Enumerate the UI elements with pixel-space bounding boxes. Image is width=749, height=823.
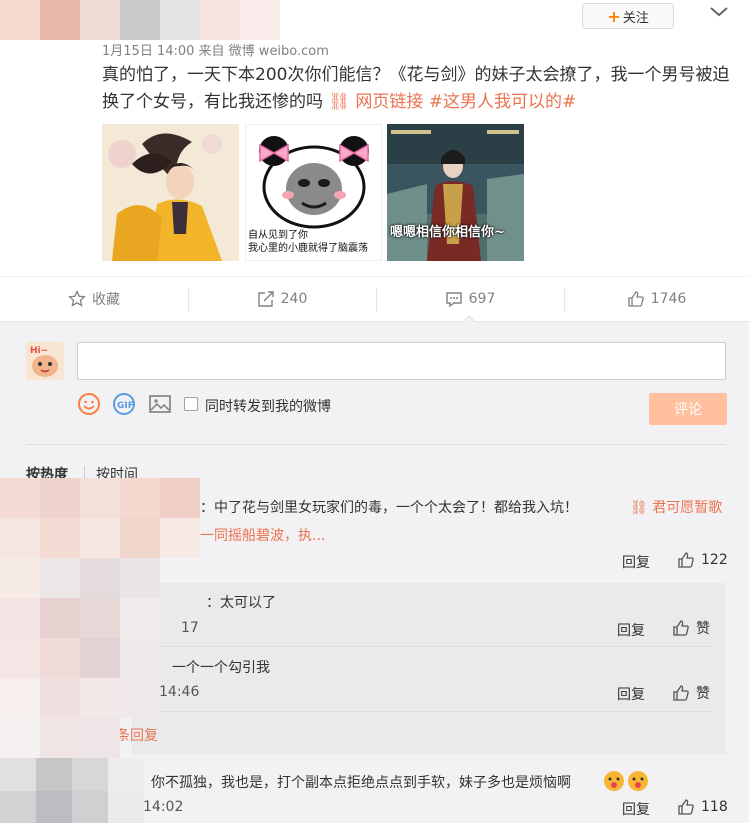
post-image-1[interactable] [102, 124, 239, 261]
chevron-down-icon[interactable] [708, 2, 730, 22]
comment-text: ：中了花与剑里女玩家们的毒，一个个太会了！都给我入坑！ [200, 500, 578, 516]
like-button[interactable]: 1746 [564, 277, 749, 321]
blurred-commenter-mosaic [0, 558, 160, 718]
reply-button[interactable]: 回复 [617, 620, 645, 640]
sub-like-button[interactable]: 赞 [672, 683, 710, 703]
link-icon: ⛓ [328, 92, 350, 112]
emoji-icon[interactable] [77, 392, 101, 416]
image-icon[interactable] [148, 392, 172, 416]
comment-topic-link[interactable]: ⛓ 君可愿暂歌 [630, 497, 722, 517]
gif-icon[interactable]: GIF [112, 392, 136, 416]
more-replies-link[interactable]: 条回复 [116, 725, 158, 745]
game-caption: 嗯嗯相信你相信你~ [390, 225, 505, 240]
web-link[interactable]: ⛓ 网页链接 [328, 92, 423, 112]
follow-button[interactable]: + 关注 [582, 3, 674, 29]
comment-time: 14:02 [143, 799, 184, 815]
forward-checkbox[interactable] [184, 397, 198, 411]
plus-icon: + [607, 6, 621, 26]
submit-comment-button[interactable]: 评论 [649, 393, 727, 425]
forward-label: 同时转发到我的微博 [205, 399, 331, 415]
blurred-commenter-mosaic [0, 478, 200, 558]
comment-topic-subline[interactable]: 一同摇船碧波，执... [200, 525, 325, 545]
thumbs-up-icon [673, 620, 689, 636]
comment-icon [445, 292, 462, 308]
blurred-commenter-mosaic [0, 718, 120, 758]
sub-reply-text: ：太可以了 [206, 595, 276, 611]
svg-text:GIF: GIF [117, 401, 134, 411]
favorite-button[interactable]: 收藏 [0, 277, 188, 321]
reply-button[interactable]: 回复 [622, 799, 650, 819]
divider [112, 711, 712, 712]
post-meta: 1月15日 14:00 来自 微博 weibo.com [102, 44, 329, 59]
sub-like-button[interactable]: 赞 [672, 618, 710, 638]
svg-text:Hi~: Hi~ [30, 346, 48, 356]
sub-reply-time: 14:46 [159, 684, 200, 700]
comment-text: 你不孤独，我也是，打个副本点拒绝点点到手软，妹子多也是烦恼啊 [151, 775, 571, 791]
share-icon [257, 291, 274, 307]
thumbs-up-icon [673, 685, 689, 701]
thumbs-up-icon [678, 799, 694, 815]
comment-like-button[interactable]: 118 [677, 798, 728, 816]
blurred-author-mosaic [0, 0, 280, 40]
action-bar: 收藏 240 697 1746 [0, 276, 749, 323]
divider [26, 444, 726, 445]
thumbs-up-icon [628, 291, 644, 307]
blurred-commenter-mosaic [0, 758, 144, 823]
comment-like-button[interactable]: 122 [677, 551, 728, 569]
meme-caption: 自从见到了你 我心里的小鹿就得了脑震荡 [248, 230, 368, 254]
divider [160, 646, 712, 647]
star-icon [68, 290, 86, 307]
link-icon: ⛓ [630, 500, 648, 516]
sub-reply-time: 17 [181, 620, 199, 636]
post-body: 真的怕了，一天下本200次你们能信？《花与剑》的妹子太会撩了，我一个男号被迫换了… [102, 65, 730, 112]
emoji-icon [603, 770, 651, 796]
thumbs-up-icon [678, 552, 694, 568]
repost-button[interactable]: 240 [188, 277, 376, 321]
post-image-3[interactable]: 嗯嗯相信你相信你~ [387, 124, 524, 261]
avatar[interactable]: Hi~ [26, 342, 64, 380]
reply-button[interactable]: 回复 [617, 684, 645, 704]
hashtag-link[interactable]: #这男人我可以的# [429, 92, 577, 112]
post-image-2[interactable]: 自从见到了你 我心里的小鹿就得了脑震荡 [245, 124, 382, 261]
sub-reply-text: 一个一个勾引我 [172, 660, 270, 676]
comment-input[interactable] [77, 342, 726, 380]
reply-button[interactable]: 回复 [622, 552, 650, 572]
